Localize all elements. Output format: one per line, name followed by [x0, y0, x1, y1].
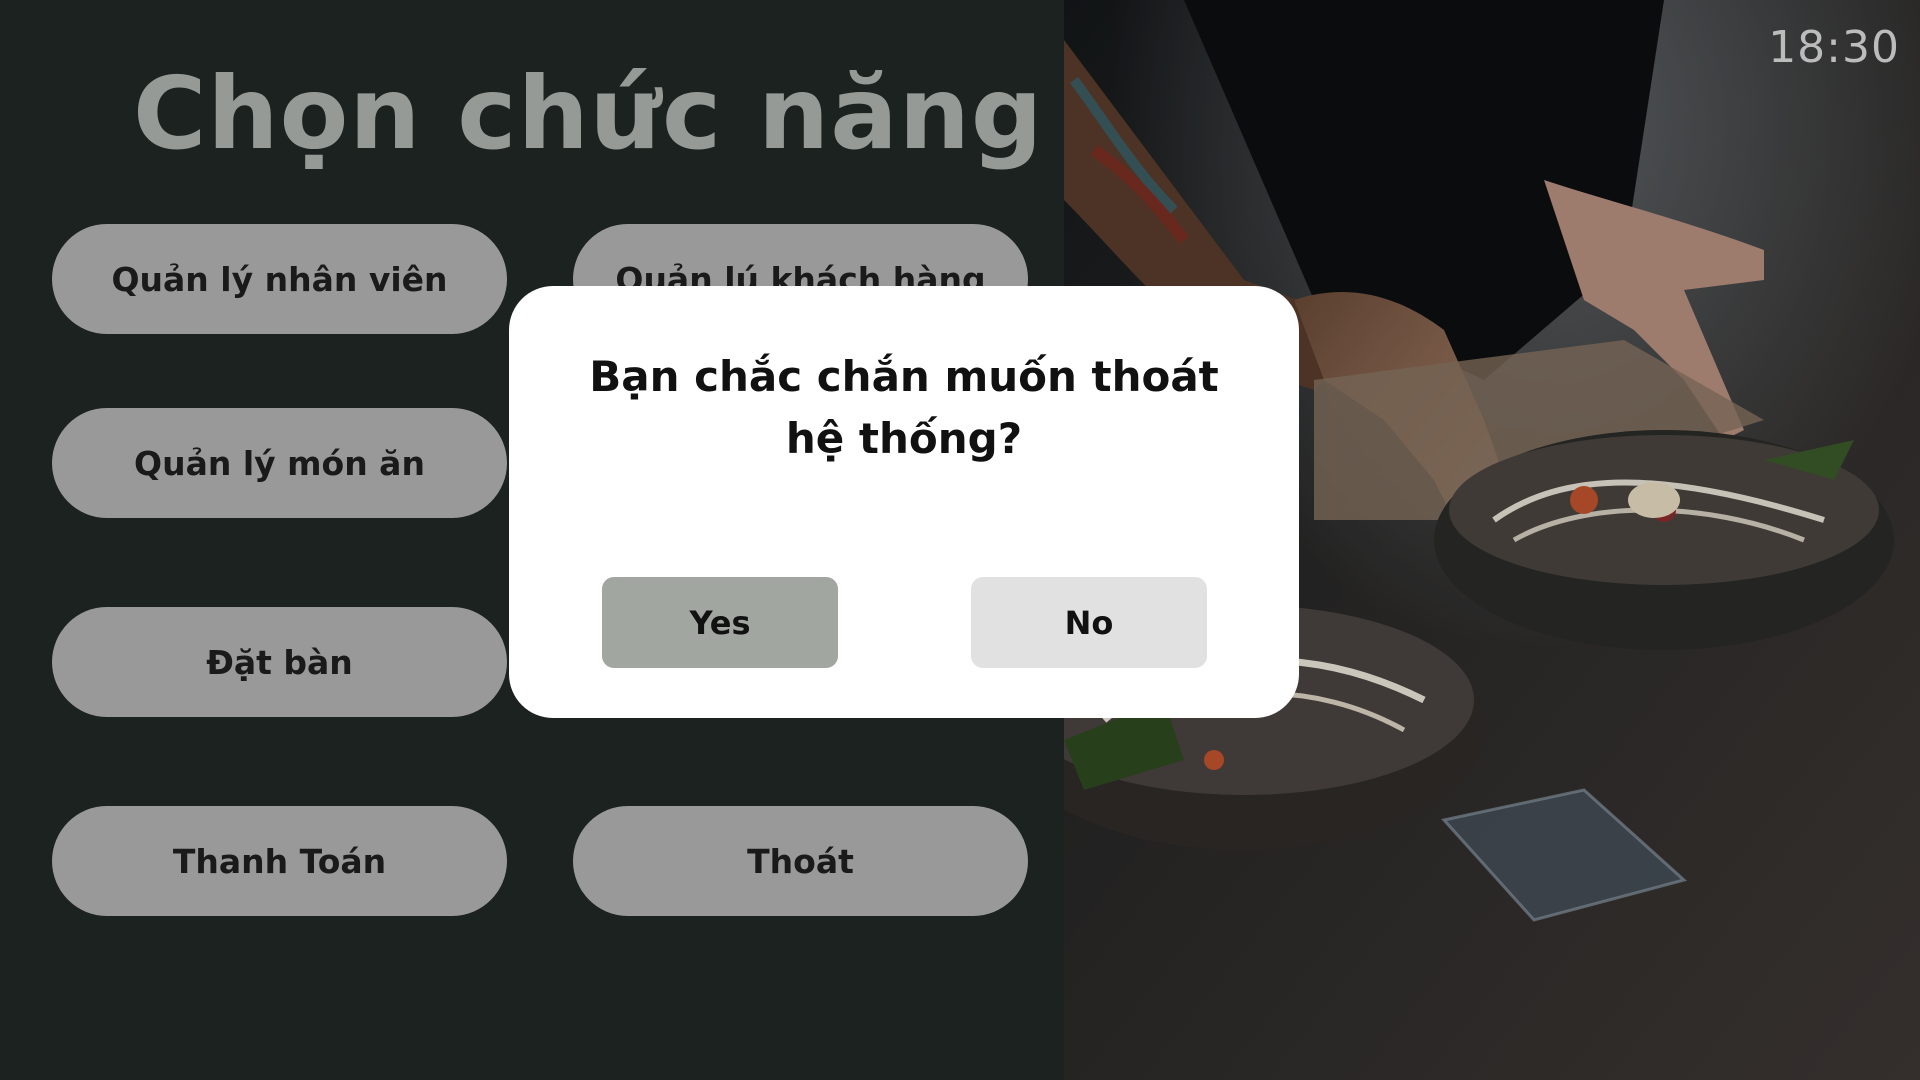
- page-title: Chọn chức năng: [133, 55, 1044, 172]
- payment-button[interactable]: Thanh Toán: [52, 806, 507, 916]
- staff-management-button[interactable]: Quản lý nhân viên: [52, 224, 507, 334]
- table-booking-button[interactable]: Đặt bàn: [52, 607, 507, 717]
- dialog-message-line2: hệ thống?: [785, 414, 1023, 463]
- yes-button[interactable]: Yes: [602, 577, 838, 668]
- exit-button[interactable]: Thoát: [573, 806, 1028, 916]
- dialog-message: Bạn chắc chắn muốn thoát hệ thống?: [569, 346, 1239, 470]
- dish-management-button[interactable]: Quản lý món ăn: [52, 408, 507, 518]
- no-button[interactable]: No: [971, 577, 1207, 668]
- exit-confirm-dialog: Bạn chắc chắn muốn thoát hệ thống? Yes N…: [509, 286, 1299, 718]
- dialog-message-line1: Bạn chắc chắn muốn thoát: [589, 352, 1219, 401]
- clock: 18:30: [1768, 22, 1900, 73]
